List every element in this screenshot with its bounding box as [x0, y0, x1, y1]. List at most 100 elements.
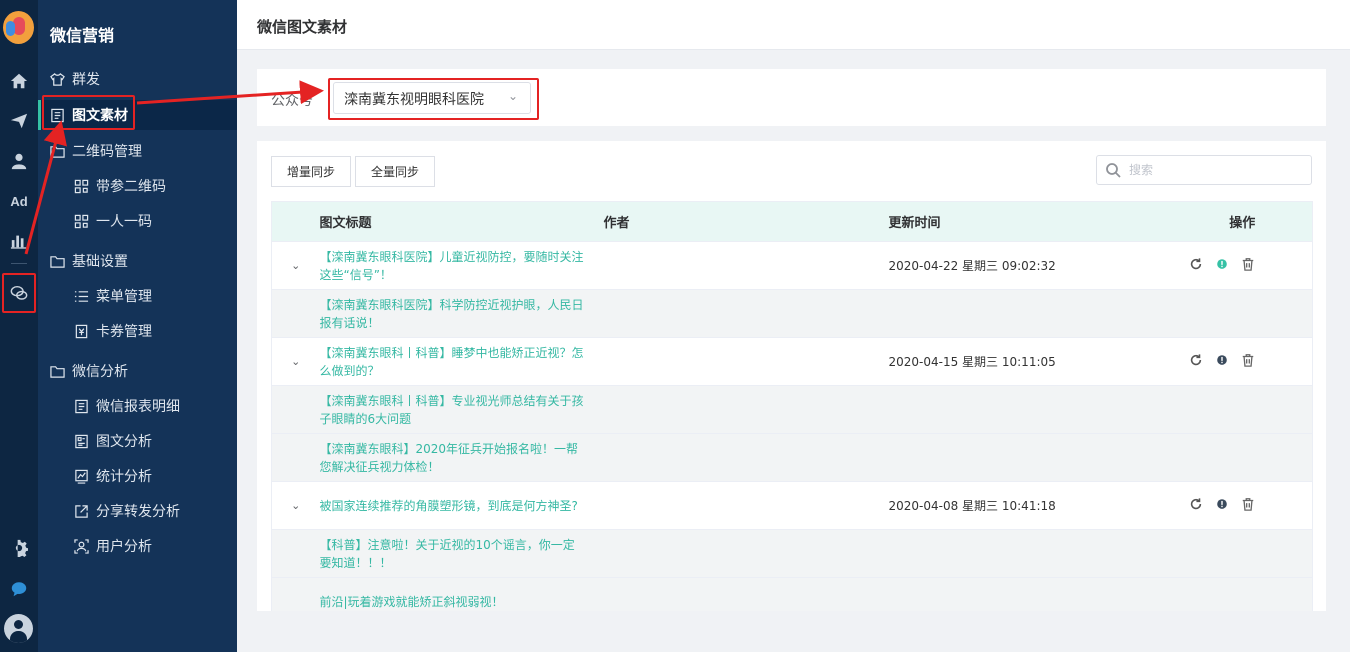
- refresh-icon[interactable]: [1189, 257, 1203, 274]
- table-sub-row[interactable]: 【滦南冀东眼科丨科普】专业视光师总结有关于孩子眼睛的6大问题: [271, 385, 1313, 434]
- table-sub-row[interactable]: 【科普】注意啦！关于近视的10个谣言，你一定要知道！！！: [271, 529, 1313, 578]
- sidebar-item-label: 卡券管理: [96, 324, 152, 340]
- refresh-icon[interactable]: [1189, 353, 1203, 370]
- sidebar-item-user-analysis[interactable]: 用户分析: [38, 531, 237, 561]
- sidebar-item-label: 微信报表明细: [96, 399, 180, 415]
- table-body: ⌄ 【滦南冀东眼科医院】儿童近视防控，要随时关注这些“信号”！ 2020-04-22…: [271, 241, 1313, 611]
- shirt-icon: [49, 71, 65, 87]
- status-dot-icon[interactable]: [1215, 257, 1229, 274]
- search-input[interactable]: [1129, 163, 1289, 177]
- rail-divider: [11, 263, 27, 264]
- sidebar-item-personal-qrcode[interactable]: 一人一码: [38, 206, 237, 236]
- sub-time-cell: [888, 289, 1189, 338]
- expand-column-header: [271, 201, 320, 242]
- qrcode-icon: [73, 213, 89, 229]
- sub-author-cell: [603, 529, 889, 578]
- sub-actions-cell: [1188, 385, 1313, 434]
- sidebar-item-label: 群发: [72, 72, 100, 88]
- avatar-icon[interactable]: [4, 614, 33, 643]
- article-title-link[interactable]: 被国家连续推荐的角膜塑形镜，到底是何方神圣?: [319, 481, 604, 530]
- chevron-down-icon[interactable]: ⌄: [291, 355, 300, 368]
- page-title: 微信图文素材: [257, 18, 348, 36]
- expand-toggle[interactable]: ⌄: [271, 481, 320, 530]
- sidebar-item-menu-manage[interactable]: 菜单管理: [38, 281, 237, 311]
- refresh-icon[interactable]: [1189, 497, 1203, 514]
- sidebar-item-basic-settings[interactable]: 基础设置: [38, 246, 237, 276]
- sidebar-item-label: 用户分析: [96, 539, 152, 555]
- sub-article-title-link[interactable]: 【滦南冀东眼科医院】科学防控近视护眼，人民日报有话说！: [319, 289, 604, 338]
- sidebar-item-share-analysis[interactable]: 分享转发分析: [38, 496, 237, 526]
- table-sub-row[interactable]: 【滦南冀东眼科】2020年征兵开始报名啦！一帮您解决征兵视力体检！: [271, 433, 1313, 482]
- sidebar-item-article-analysis[interactable]: 图文分析: [38, 426, 237, 456]
- article-title-link[interactable]: 【滦南冀东眼科丨科普】睡梦中也能矫正近视？怎么做到的？: [319, 337, 604, 386]
- bar-chart-icon[interactable]: [0, 226, 38, 256]
- expand-toggle[interactable]: ⌄: [271, 337, 320, 386]
- sub-article-title-link[interactable]: 前沿|玩着游戏就能矫正斜视弱视！: [319, 577, 604, 611]
- folder-icon: [49, 253, 65, 269]
- icon-rail: Ad: [0, 0, 38, 652]
- account-label: 公众号: [271, 93, 313, 109]
- sidebar-item-label: 基础设置: [72, 254, 128, 270]
- sub-actions-cell: [1188, 433, 1313, 482]
- sub-article-title-link[interactable]: 【滦南冀东眼科】2020年征兵开始报名啦！一帮您解决征兵视力体检！: [319, 433, 604, 482]
- sidebar-title: 微信营销: [50, 26, 115, 45]
- sidebar-item-label: 二维码管理: [72, 144, 142, 160]
- search-box[interactable]: [1096, 155, 1312, 185]
- chevron-down-icon[interactable]: ⌄: [291, 259, 300, 272]
- stats-icon: [73, 468, 89, 484]
- coupon-icon: [73, 323, 89, 339]
- trash-icon[interactable]: [1241, 257, 1255, 274]
- table-row[interactable]: ⌄ 被国家连续推荐的角膜塑形镜，到底是何方神圣? 2020-04-08 星期三 10…: [271, 481, 1313, 530]
- author-cell: [603, 481, 889, 530]
- full-sync-button[interactable]: 全量同步: [355, 156, 435, 187]
- sidebar-item-param-qrcode[interactable]: 带参二维码: [38, 171, 237, 201]
- sidebar-item-qrcode-manage[interactable]: 二维码管理: [38, 136, 237, 166]
- article-title-link[interactable]: 【滦南冀东眼科医院】儿童近视防控，要随时关注这些“信号”！: [319, 241, 604, 290]
- sidebar-item-coupon-manage[interactable]: 卡券管理: [38, 316, 237, 346]
- sidebar-item-statistics[interactable]: 统计分析: [38, 461, 237, 491]
- incremental-sync-button[interactable]: 增量同步: [271, 156, 351, 187]
- chat-icon[interactable]: [0, 574, 38, 604]
- user-frame-icon: [73, 538, 89, 554]
- sub-author-cell: [603, 433, 889, 482]
- status-dot-icon[interactable]: [1215, 353, 1229, 370]
- articles-table: 图文标题 作者 更新时间 操作 ⌄ 【滦南冀东眼科医院】儿童近视防控，要随时关注这…: [271, 201, 1313, 611]
- sidebar-item-wechat-analysis[interactable]: 微信分析: [38, 356, 237, 386]
- ad-icon[interactable]: Ad: [0, 186, 38, 216]
- table-row[interactable]: ⌄ 【滦南冀东眼科丨科普】睡梦中也能矫正近视？怎么做到的？ 2020-04-15 星…: [271, 337, 1313, 386]
- chevron-down-icon[interactable]: ⌄: [291, 499, 300, 512]
- folder-icon: [49, 363, 65, 379]
- trash-icon[interactable]: [1241, 353, 1255, 370]
- sub-author-cell: [603, 385, 889, 434]
- home-icon[interactable]: [0, 66, 38, 96]
- sub-author-cell: [603, 577, 889, 611]
- status-dot-icon[interactable]: [1215, 497, 1229, 514]
- qrcode-icon: [73, 178, 89, 194]
- updated-column-header: 更新时间: [888, 201, 1189, 242]
- author-cell: [603, 241, 889, 290]
- sidebar-item-label: 菜单管理: [96, 289, 152, 305]
- user-icon[interactable]: [0, 146, 38, 176]
- actions-cell: [1188, 481, 1313, 530]
- sub-row-spacer: [271, 433, 320, 482]
- sidebar-item-report-detail[interactable]: 微信报表明细: [38, 391, 237, 421]
- folder-icon: [49, 143, 65, 159]
- grid-doc-icon: [73, 433, 89, 449]
- trash-icon[interactable]: [1241, 497, 1255, 514]
- table-sub-row[interactable]: 【滦南冀东眼科医院】科学防控近视护眼，人民日报有话说！: [271, 289, 1313, 338]
- table-row[interactable]: ⌄ 【滦南冀东眼科医院】儿童近视防控，要随时关注这些“信号”！ 2020-04-22…: [271, 241, 1313, 290]
- sub-article-title-link[interactable]: 【科普】注意啦！关于近视的10个谣言，你一定要知道！！！: [319, 529, 604, 578]
- author-column-header: 作者: [603, 201, 889, 242]
- sub-article-title-link[interactable]: 【滦南冀东眼科丨科普】专业视光师总结有关于孩子眼睛的6大问题: [319, 385, 604, 434]
- gear-icon[interactable]: [0, 533, 38, 563]
- expand-toggle[interactable]: ⌄: [271, 241, 320, 290]
- sidebar-item-label: 一人一码: [96, 214, 152, 230]
- send-icon[interactable]: [0, 106, 38, 136]
- updated-time-cell: 2020-04-15 星期三 10:11:05: [888, 337, 1189, 386]
- sidebar-item-mass-send[interactable]: 群发: [38, 64, 237, 94]
- table-sub-row[interactable]: 前沿|玩着游戏就能矫正斜视弱视！: [271, 577, 1313, 611]
- sub-row-spacer: [271, 577, 320, 611]
- sub-time-cell: [888, 385, 1189, 434]
- sidebar-item-label: 微信分析: [72, 364, 128, 380]
- app-logo[interactable]: [3, 11, 34, 44]
